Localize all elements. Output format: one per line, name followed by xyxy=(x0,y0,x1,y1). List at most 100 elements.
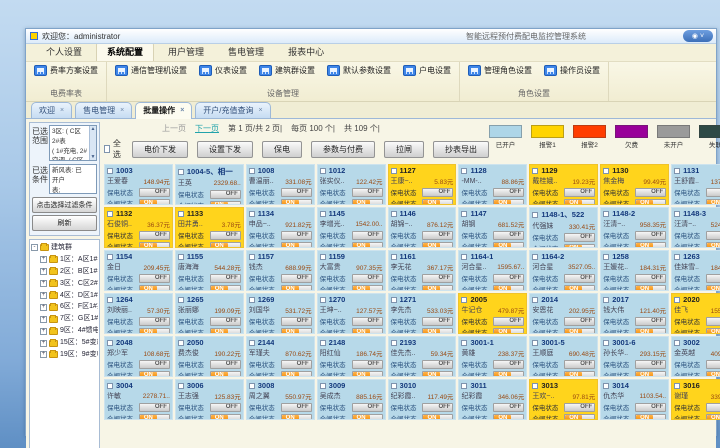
supply-status-toggle[interactable]: OFF xyxy=(210,317,241,326)
tree-expander-icon[interactable]: - xyxy=(31,244,38,251)
scrollbar[interactable]: ▲▼ xyxy=(89,126,96,160)
switch-status-toggle[interactable]: ON xyxy=(635,242,666,249)
meter-card[interactable]: 1264 刘映丽.. 57.30元 保电状态 OFF 合闸状态 ON xyxy=(104,293,173,334)
switch-status-toggle[interactable]: ON xyxy=(706,371,720,378)
supply-status-toggle[interactable]: OFF xyxy=(422,360,453,369)
switch-status-toggle[interactable]: ON xyxy=(210,201,241,206)
select-all[interactable]: 全选 xyxy=(104,138,123,160)
switch-status-toggle[interactable]: ON xyxy=(493,285,524,292)
meter-checkbox[interactable] xyxy=(178,254,184,260)
switch-status-toggle[interactable]: ON xyxy=(352,328,383,335)
meter-card[interactable]: 1134 申品~.. 921.82元 保电状态 OFF 合闸状态 ON xyxy=(246,207,315,248)
meter-card[interactable]: 1148-2 汪清~.. 958.35元 保电状态 OFF 合闸状态 ON xyxy=(600,207,669,248)
meter-card[interactable]: 2017 钱大伟 121.40元 保电状态 OFF 合闸状态 ON xyxy=(600,293,669,334)
switch-status-toggle[interactable]: ON xyxy=(493,328,524,335)
meter-card[interactable]: 1145 李增光.. 1542.00.. 保电状态 OFF 合闸状态 ON xyxy=(317,207,386,248)
supply-status-toggle[interactable]: OFF xyxy=(352,360,383,369)
ribbon-button[interactable]: 管理角色设置 xyxy=(468,65,532,76)
meter-checkbox[interactable] xyxy=(532,297,538,303)
meter-card[interactable]: 1155 唐海海 544.28元 保电状态 OFF 合闸状态 ON xyxy=(175,250,244,291)
ribbon-button[interactable]: 仪表设置 xyxy=(199,65,247,76)
meter-checkbox[interactable] xyxy=(320,254,326,260)
meter-card[interactable]: 1004-5、相一 王英 2329.68.. 保电状态 OFF 合闸状态 ON xyxy=(175,164,244,205)
meter-checkbox[interactable] xyxy=(461,168,467,174)
supply-status-toggle[interactable]: OFF xyxy=(281,274,312,283)
menu-item[interactable]: 售电管理 xyxy=(218,43,274,61)
meter-card[interactable]: 1258 王媛花.. 184.31元 保电状态 OFF 合闸状态 ON xyxy=(600,250,669,291)
supply-status-toggle[interactable]: OFF xyxy=(210,403,241,412)
supply-status-toggle[interactable]: OFF xyxy=(635,403,666,412)
meter-checkbox[interactable] xyxy=(107,211,113,217)
supply-status-toggle[interactable]: OFF xyxy=(281,403,312,412)
switch-status-toggle[interactable]: ON xyxy=(281,371,312,378)
switch-status-toggle[interactable]: ON xyxy=(706,285,720,292)
meter-checkbox[interactable] xyxy=(603,340,609,346)
switch-status-toggle[interactable]: ON xyxy=(635,371,666,378)
supply-status-toggle[interactable]: OFF xyxy=(706,231,720,240)
switch-status-toggle[interactable]: ON xyxy=(139,199,170,206)
tree-item[interactable]: - 建筑群 xyxy=(31,242,98,254)
meter-card[interactable]: 1164-1 河合星.. 1595.67.. 保电状态 OFF 合闸状态 ON xyxy=(458,250,527,291)
meter-card[interactable]: 1148-1、522 代强妹 330.41元 保电状态 OFF 合闸状态 ON xyxy=(529,207,598,248)
tree-item[interactable]: + 4区：D区1#井（D区 xyxy=(40,290,98,302)
close-icon[interactable]: × xyxy=(120,107,124,114)
supply-status-toggle[interactable]: OFF xyxy=(210,274,241,283)
switch-status-toggle[interactable]: ON xyxy=(422,285,453,292)
meter-checkbox[interactable] xyxy=(249,297,255,303)
meter-card[interactable]: 1146 胡锦~.. 876.12元 保电状态 OFF 合闸状态 ON xyxy=(388,207,457,248)
meter-card[interactable]: 1133 田井勇.. 3.78元 保电状态 OFF 合闸状态 ON xyxy=(175,207,244,248)
meter-card[interactable]: 1012 张实仪.. 122.42元 保电状态 OFF 合闸状态 ON xyxy=(317,164,386,205)
switch-status-toggle[interactable]: ON xyxy=(635,199,666,206)
supply-status-toggle[interactable]: OFF xyxy=(706,274,720,283)
meter-checkbox[interactable] xyxy=(107,168,113,174)
meter-card[interactable]: 2193 佳先杰.. 59.34元 保电状态 OFF 合闸状态 ON xyxy=(388,336,457,377)
supply-status-toggle[interactable]: OFF xyxy=(564,360,595,369)
switch-status-toggle[interactable]: ON xyxy=(706,328,720,335)
meter-checkbox[interactable] xyxy=(532,340,538,346)
meter-checkbox[interactable] xyxy=(178,211,184,217)
batch-action-button[interactable]: 保电 xyxy=(262,141,302,158)
meter-card[interactable]: 1008 曹温丽.. 331.08元 保电状态 OFF 合闸状态 ON xyxy=(246,164,315,205)
meter-card[interactable]: 3011 纪彩霞 346.06元 保电状态 OFF 合闸状态 ON xyxy=(458,379,527,420)
supply-status-toggle[interactable]: OFF xyxy=(139,360,170,369)
menu-item[interactable]: 个人设置 xyxy=(36,43,92,61)
meter-checkbox[interactable] xyxy=(107,383,113,389)
tree-item[interactable]: + 2区：B区1#井(B区1 xyxy=(40,266,98,278)
switch-status-toggle[interactable]: ON xyxy=(210,328,241,335)
switch-status-toggle[interactable]: ON xyxy=(352,242,383,249)
meter-checkbox[interactable] xyxy=(320,168,326,174)
meter-checkbox[interactable] xyxy=(249,340,255,346)
meter-card[interactable]: 1129 戴桂娥.. 19.23元 保电状态 OFF 合闸状态 ON xyxy=(529,164,598,205)
switch-status-toggle[interactable]: ON xyxy=(422,328,453,335)
supply-status-toggle[interactable]: OFF xyxy=(564,188,595,197)
meter-checkbox[interactable] xyxy=(461,211,467,217)
switch-status-toggle[interactable]: ON xyxy=(706,414,720,421)
selected-range-listbox[interactable]: ▲▼ 3区: ( C区2#表 ( 1#充电, 2# 空调, / C区1# xyxy=(49,125,97,161)
batch-action-button[interactable]: 设置下发 xyxy=(197,141,253,158)
meter-card[interactable]: 3013 王欢~.. 97.81元 保电状态 OFF 合闸状态 ON xyxy=(529,379,598,420)
meter-checkbox[interactable] xyxy=(603,383,609,389)
close-icon[interactable]: × xyxy=(60,107,64,114)
meter-card[interactable]: 1131 王舒霞.. 137.59元 保电状态 OFF 合闸状态 ON xyxy=(671,164,720,205)
switch-status-toggle[interactable]: ON xyxy=(422,414,453,421)
meter-card[interactable]: 3009 吴成杰 885.16元 保电状态 OFF 合闸状态 ON xyxy=(317,379,386,420)
supply-status-toggle[interactable]: OFF xyxy=(493,403,524,412)
switch-status-toggle[interactable]: ON xyxy=(281,285,312,292)
meter-card[interactable]: 1148-3 汪清~.. 524.84元 保电状态 OFF 合闸状态 ON xyxy=(671,207,720,248)
meter-checkbox[interactable] xyxy=(107,254,113,260)
switch-status-toggle[interactable]: ON xyxy=(210,414,241,421)
supply-status-toggle[interactable]: OFF xyxy=(564,233,595,242)
meter-checkbox[interactable] xyxy=(603,168,609,174)
meter-checkbox[interactable] xyxy=(532,383,538,389)
meter-checkbox[interactable] xyxy=(178,297,184,303)
supply-status-toggle[interactable]: OFF xyxy=(281,317,312,326)
meter-card[interactable]: 3008 周之翼 550.97元 保电状态 OFF 合闸状态 ON xyxy=(246,379,315,420)
meter-card[interactable]: 1157 钱杰 688.99元 保电状态 OFF 合闸状态 ON xyxy=(246,250,315,291)
tree-expander-icon[interactable]: + xyxy=(40,328,47,335)
supply-status-toggle[interactable]: OFF xyxy=(352,188,383,197)
ribbon-button[interactable]: 通信管理机设置 xyxy=(115,65,187,76)
supply-status-toggle[interactable]: OFF xyxy=(706,403,720,412)
meter-checkbox[interactable] xyxy=(178,340,184,346)
meter-checkbox[interactable] xyxy=(320,340,326,346)
document-tab[interactable]: 开户/充值查询 × xyxy=(195,102,270,118)
